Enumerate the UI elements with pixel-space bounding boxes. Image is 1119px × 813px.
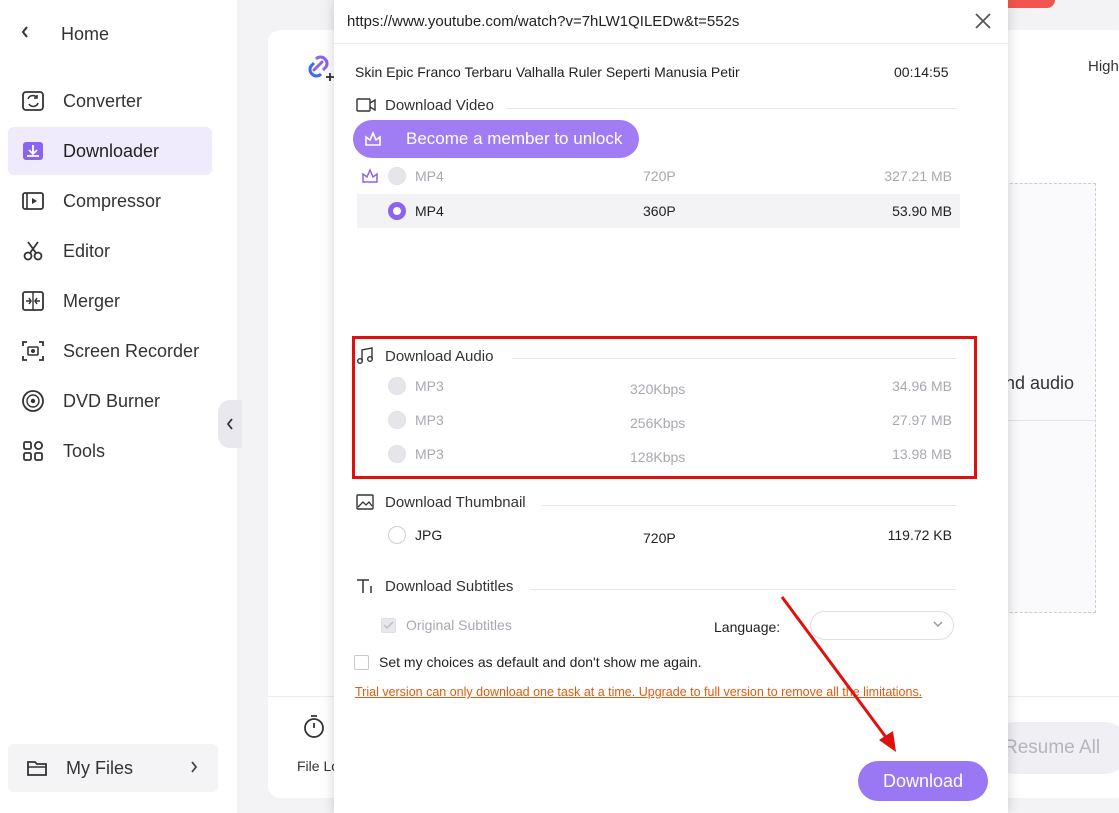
image-icon: [356, 493, 376, 511]
timer-icon[interactable]: [302, 713, 326, 744]
sidebar-item-label: Screen Recorder: [63, 340, 200, 361]
become-member-button[interactable]: Become a member to unlock: [353, 120, 639, 158]
sidebar: Home Converter Downloader Compressor Edi…: [0, 0, 237, 813]
option-quality: 720P: [643, 168, 676, 184]
home-label: Home: [61, 24, 110, 44]
chevron-left-icon: [226, 418, 233, 430]
drop-area[interactable]: [1005, 183, 1096, 613]
sidebar-item-label: Tools: [63, 440, 106, 461]
sidebar-item-label: Editor: [63, 240, 111, 261]
sidebar-item-label: Converter: [63, 90, 143, 111]
home-link[interactable]: Home: [20, 24, 109, 45]
set-default-checkbox[interactable]: Set my choices as default and don't show…: [354, 654, 702, 670]
video-url: https://www.youtube.com/watch?v=7hLW1QIL…: [347, 13, 740, 30]
download-video-heading: Download Video: [356, 96, 494, 114]
quality-label: High: [1088, 58, 1119, 75]
option-format: JPG: [415, 527, 443, 543]
download-thumbnail-heading: Download Thumbnail: [356, 493, 526, 511]
download-options-dialog: https://www.youtube.com/watch?v=7hLW1QIL…: [334, 0, 1008, 813]
option-size: 327.21 MB: [884, 168, 952, 184]
video-option-row-selected[interactable]: MP4 360P 53.90 MB: [357, 194, 960, 228]
screen-recorder-icon: [20, 338, 46, 364]
language-select[interactable]: [810, 611, 954, 640]
text-icon: [356, 577, 376, 595]
original-subtitles-checkbox[interactable]: Original Subtitles: [381, 617, 512, 633]
video-option-row[interactable]: MP4 720P 327.21 MB: [357, 159, 960, 193]
checkbox-box[interactable]: [354, 654, 369, 670]
my-files-label: My Files: [66, 757, 133, 778]
checkbox-box[interactable]: [381, 617, 396, 633]
option-quality: 360P: [643, 203, 676, 219]
sidebar-item-converter[interactable]: Converter: [8, 77, 212, 125]
option-size: 119.72 KB: [887, 527, 952, 543]
option-format: MP4: [415, 203, 444, 219]
sidebar-item-dvd-burner[interactable]: DVD Burner: [8, 377, 212, 425]
my-files-button[interactable]: My Files: [8, 744, 218, 792]
video-camera-icon: [356, 96, 376, 114]
section-divider: [530, 589, 956, 590]
option-format: MP4: [415, 168, 444, 184]
sidebar-item-editor[interactable]: Editor: [8, 227, 212, 275]
download-subtitles-heading: Download Subtitles: [356, 577, 513, 595]
sidebar-item-label: DVD Burner: [63, 390, 161, 411]
option-size: 53.90 MB: [892, 203, 952, 219]
tools-grid-icon: [20, 438, 46, 464]
folder-icon: [24, 755, 50, 781]
option-quality: 720P: [643, 530, 676, 546]
chevron-right-icon: [190, 760, 198, 776]
drop-area-text: nd audio: [1005, 373, 1075, 393]
video-title: Skin Epic Franco Terbaru Valhalla Ruler …: [355, 64, 740, 80]
dvd-icon: [20, 388, 46, 414]
sidebar-item-screen-recorder[interactable]: Screen Recorder: [8, 327, 212, 375]
language-label: Language:: [714, 619, 781, 635]
section-label: Download Thumbnail: [385, 493, 526, 511]
video-option-radio[interactable]: [388, 202, 406, 220]
sidebar-item-compressor[interactable]: Compressor: [8, 177, 212, 225]
sidebar-item-label: Compressor: [63, 190, 162, 211]
file-location-label: File Lo: [297, 758, 340, 774]
compressor-icon: [20, 188, 46, 214]
premium-lock-icon: [361, 168, 379, 187]
paste-url-icon[interactable]: [302, 50, 336, 89]
drop-area-divider: [1005, 420, 1096, 421]
sidebar-item-tools[interactable]: Tools: [8, 427, 212, 475]
sidebar-item-downloader[interactable]: Downloader: [8, 127, 212, 175]
member-button-label: Become a member to unlock: [406, 129, 623, 148]
download-button[interactable]: Download: [858, 761, 988, 801]
checkbox-label: Set my choices as default and don't show…: [379, 654, 702, 670]
section-divider: [506, 108, 956, 109]
scissors-icon: [20, 238, 46, 264]
audio-highlight-box: [352, 336, 977, 479]
merger-icon: [20, 288, 46, 314]
chevron-left-icon: [20, 25, 34, 44]
converter-icon: [20, 88, 46, 114]
section-label: Download Subtitles: [385, 577, 514, 595]
thumbnail-option-radio[interactable]: [388, 526, 406, 544]
sidebar-item-merger[interactable]: Merger: [8, 277, 212, 325]
checkbox-label: Original Subtitles: [406, 617, 512, 633]
close-icon[interactable]: [972, 10, 994, 32]
sidebar-item-label: Downloader: [63, 140, 160, 161]
chevron-down-icon: [933, 619, 943, 631]
thumbnail-option-row[interactable]: JPG 720P 119.72 KB: [357, 518, 960, 552]
section-label: Download Video: [385, 96, 494, 114]
video-option-radio[interactable]: [388, 167, 406, 185]
resume-all-button[interactable]: Resume All: [990, 722, 1119, 774]
crown-icon: [364, 130, 386, 148]
section-divider: [542, 505, 956, 506]
sidebar-collapse-toggle[interactable]: [218, 400, 242, 448]
dialog-header: https://www.youtube.com/watch?v=7hLW1QIL…: [334, 0, 1008, 44]
video-duration: 00:14:55: [894, 64, 949, 80]
trial-upgrade-link[interactable]: Trial version can only download one task…: [355, 683, 935, 702]
downloader-icon: [20, 138, 46, 164]
sidebar-item-label: Merger: [63, 290, 121, 311]
